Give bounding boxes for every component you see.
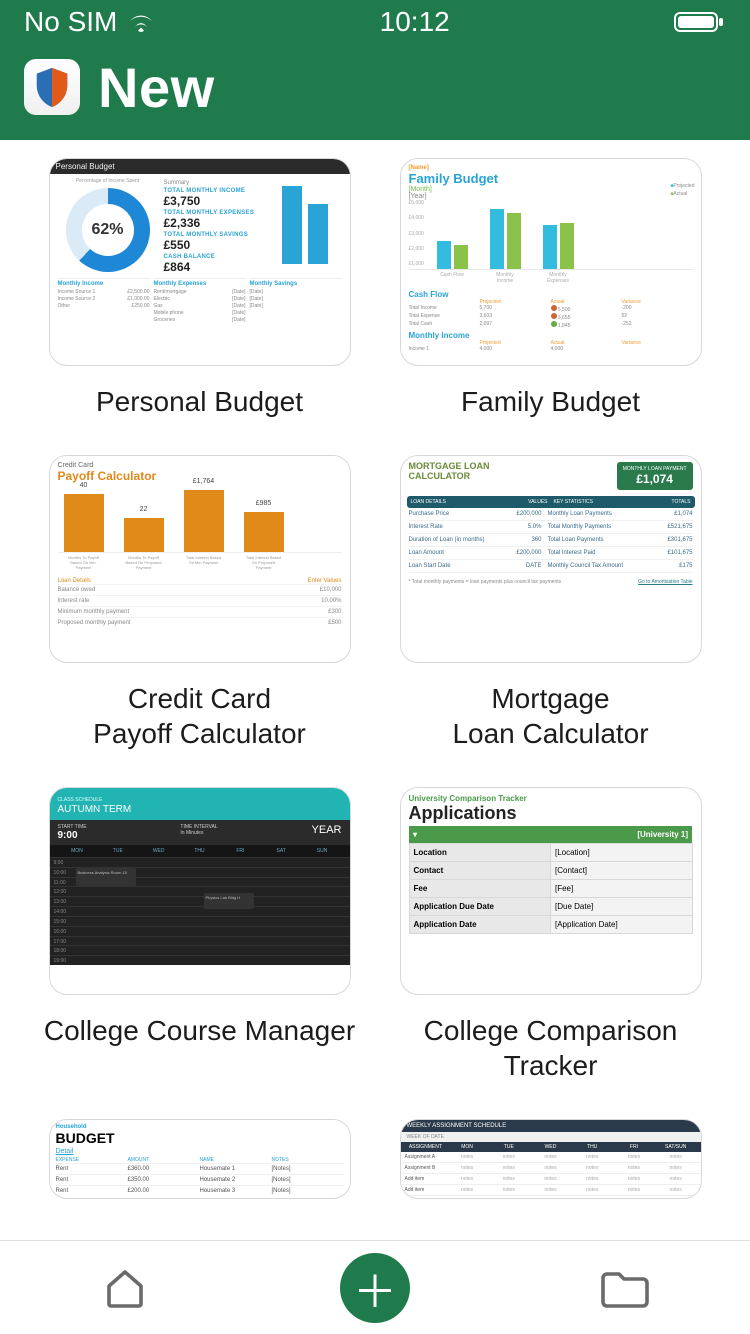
status-bar: No SIM 10:12 [0, 0, 750, 44]
template-gallery[interactable]: Personal Budget Percentage of Income Spe… [0, 140, 750, 1240]
template-credit-card[interactable]: Credit Card Payoff Calculator 40 22 £1,7… [40, 455, 359, 751]
home-button[interactable] [35, 1264, 215, 1312]
home-icon [101, 1264, 149, 1312]
template-caption: Family Budget [461, 384, 640, 419]
clock: 10:12 [380, 6, 450, 38]
template-course-manager[interactable]: CLASS SCHEDULEAUTUMN TERM START TIME9:00… [40, 787, 359, 1083]
plus-icon: ＋ [353, 1256, 397, 1320]
template-mortgage[interactable]: MORTGAGE LOANCALCULATOR MONTHLY LOAN PAY… [391, 455, 710, 751]
bottom-toolbar: ＋ [0, 1240, 750, 1334]
folder-button[interactable] [535, 1266, 715, 1310]
template-caption: Personal Budget [96, 384, 303, 419]
app-icon [24, 59, 80, 115]
thumb-title: Personal Budget [50, 159, 350, 174]
screen: No SIM 10:12 New Personal Budget [0, 0, 750, 1334]
header: New [0, 44, 750, 140]
battery-icon [674, 10, 726, 34]
new-button[interactable]: ＋ [285, 1253, 465, 1323]
carrier-label: No SIM [24, 6, 117, 38]
page-title: New [98, 55, 215, 120]
template-caption: College Course Manager [44, 1013, 355, 1048]
template-weekly-assignment[interactable]: WEEKLY ASSIGNMENT SCHEDULE WEEK OF DATE … [391, 1119, 710, 1199]
template-personal-budget[interactable]: Personal Budget Percentage of Income Spe… [40, 158, 359, 419]
template-caption: Mortgage Loan Calculator [452, 681, 648, 751]
folder-icon [599, 1266, 651, 1310]
template-household-budget[interactable]: Household BUDGET Detail EXPENSEAMOUNTNAM… [40, 1119, 359, 1199]
template-caption: Credit Card Payoff Calculator [93, 681, 306, 751]
wifi-icon [127, 11, 155, 33]
template-caption: College Comparison Tracker [424, 1013, 678, 1083]
template-family-budget[interactable]: [Name] Family Budget [Month] [Year] Proj… [391, 158, 710, 419]
template-college-comparison[interactable]: University Comparison Tracker Applicatio… [391, 787, 710, 1083]
